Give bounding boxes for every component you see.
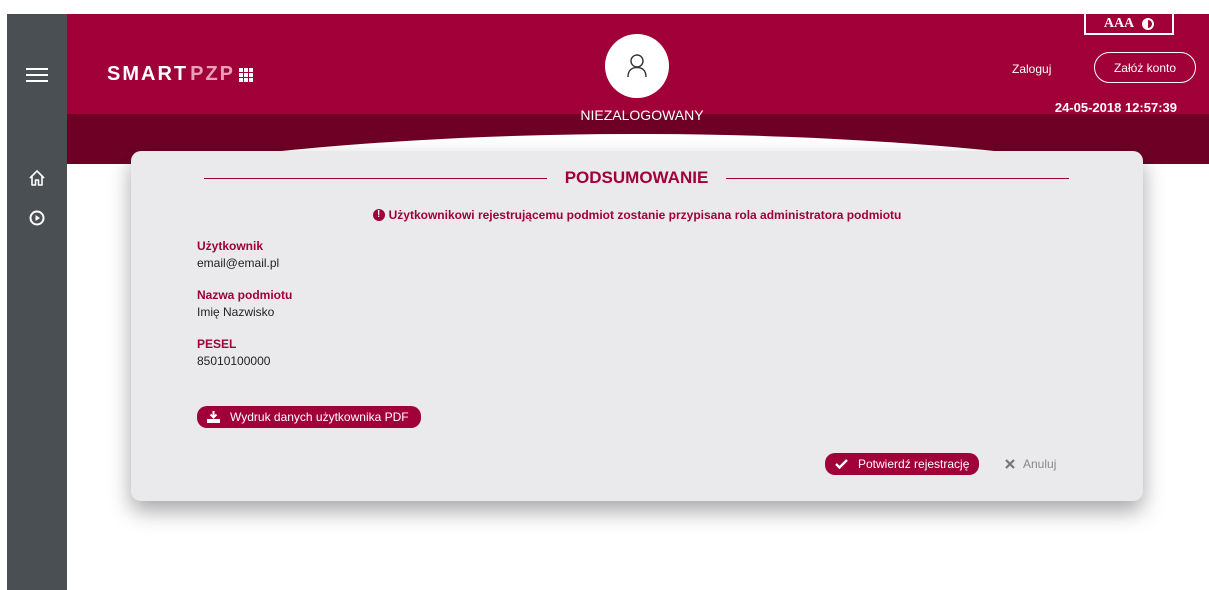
logo-accent: PZP	[190, 63, 236, 85]
cancel-button[interactable]: Anuluj	[1005, 457, 1056, 471]
field-value: Imię Nazwisko	[197, 305, 275, 319]
play-circle-icon	[29, 210, 45, 226]
page-title: PODSUMOWANIE	[564, 168, 709, 187]
field-label: PESEL	[197, 337, 237, 351]
field-user: Użytkownik email@email.pl	[197, 239, 279, 270]
download-icon	[207, 411, 220, 423]
logo-grid-icon	[239, 67, 254, 82]
field-value: email@email.pl	[197, 256, 280, 270]
summary-title-row: PODSUMOWANIE	[204, 168, 1069, 188]
home-icon	[29, 170, 45, 186]
register-button[interactable]: Załóż konto	[1094, 52, 1196, 83]
warning-message: ! Użytkownikowi rejestrującemu podmiot z…	[131, 208, 1143, 222]
field-label: Użytkownik	[197, 239, 264, 253]
menu-icon	[26, 64, 48, 86]
download-pdf-button[interactable]: Wydruk danych użytkownika PDF	[197, 406, 421, 428]
sidebar	[7, 14, 67, 590]
summary-card: PODSUMOWANIE ! Użytkownikowi rejestrując…	[131, 151, 1143, 501]
field-entity-name: Nazwa podmiotu Imię Nazwisko	[197, 288, 292, 319]
warning-text: Użytkownikowi rejestrującemu podmiot zos…	[388, 208, 902, 222]
close-icon	[1005, 459, 1015, 469]
avatar	[605, 34, 669, 98]
logo[interactable]: SMART PZP	[107, 63, 254, 86]
user-icon	[627, 54, 647, 78]
cancel-label: Anuluj	[1023, 457, 1057, 471]
confirm-registration-button[interactable]: Potwierdź rejestrację	[825, 453, 980, 475]
divider	[204, 177, 547, 179]
field-label: Nazwa podmiotu	[197, 288, 293, 302]
download-pdf-label: Wydruk danych użytkownika PDF	[230, 410, 409, 424]
datetime: 24-05-2018 12:57:39	[1054, 100, 1177, 115]
contrast-icon[interactable]	[1142, 17, 1155, 30]
header: SMART PZP NIEZALOGOWANY AAA Zaloguj Załó…	[67, 14, 1209, 164]
login-link[interactable]: Zaloguj	[1012, 62, 1051, 76]
logo-text: SMART	[107, 63, 189, 85]
font-size-button[interactable]: AAA	[1104, 16, 1134, 32]
accessibility-controls: AAA	[1084, 14, 1174, 35]
check-icon	[835, 459, 848, 469]
divider	[726, 177, 1069, 179]
page: SMART PZP NIEZALOGOWANY AAA Zaloguj Załó…	[0, 0, 1209, 590]
field-pesel: PESEL 85010100000	[197, 337, 270, 368]
sidebar-item-play[interactable]	[7, 200, 67, 236]
user-status: NIEZALOGOWANY	[580, 107, 704, 123]
confirm-registration-label: Potwierdź rejestrację	[858, 457, 970, 471]
sidebar-item-home[interactable]	[7, 160, 67, 196]
field-value: 85010100000	[197, 354, 271, 368]
menu-toggle-button[interactable]	[7, 57, 67, 93]
exclamation-icon: !	[372, 209, 385, 221]
